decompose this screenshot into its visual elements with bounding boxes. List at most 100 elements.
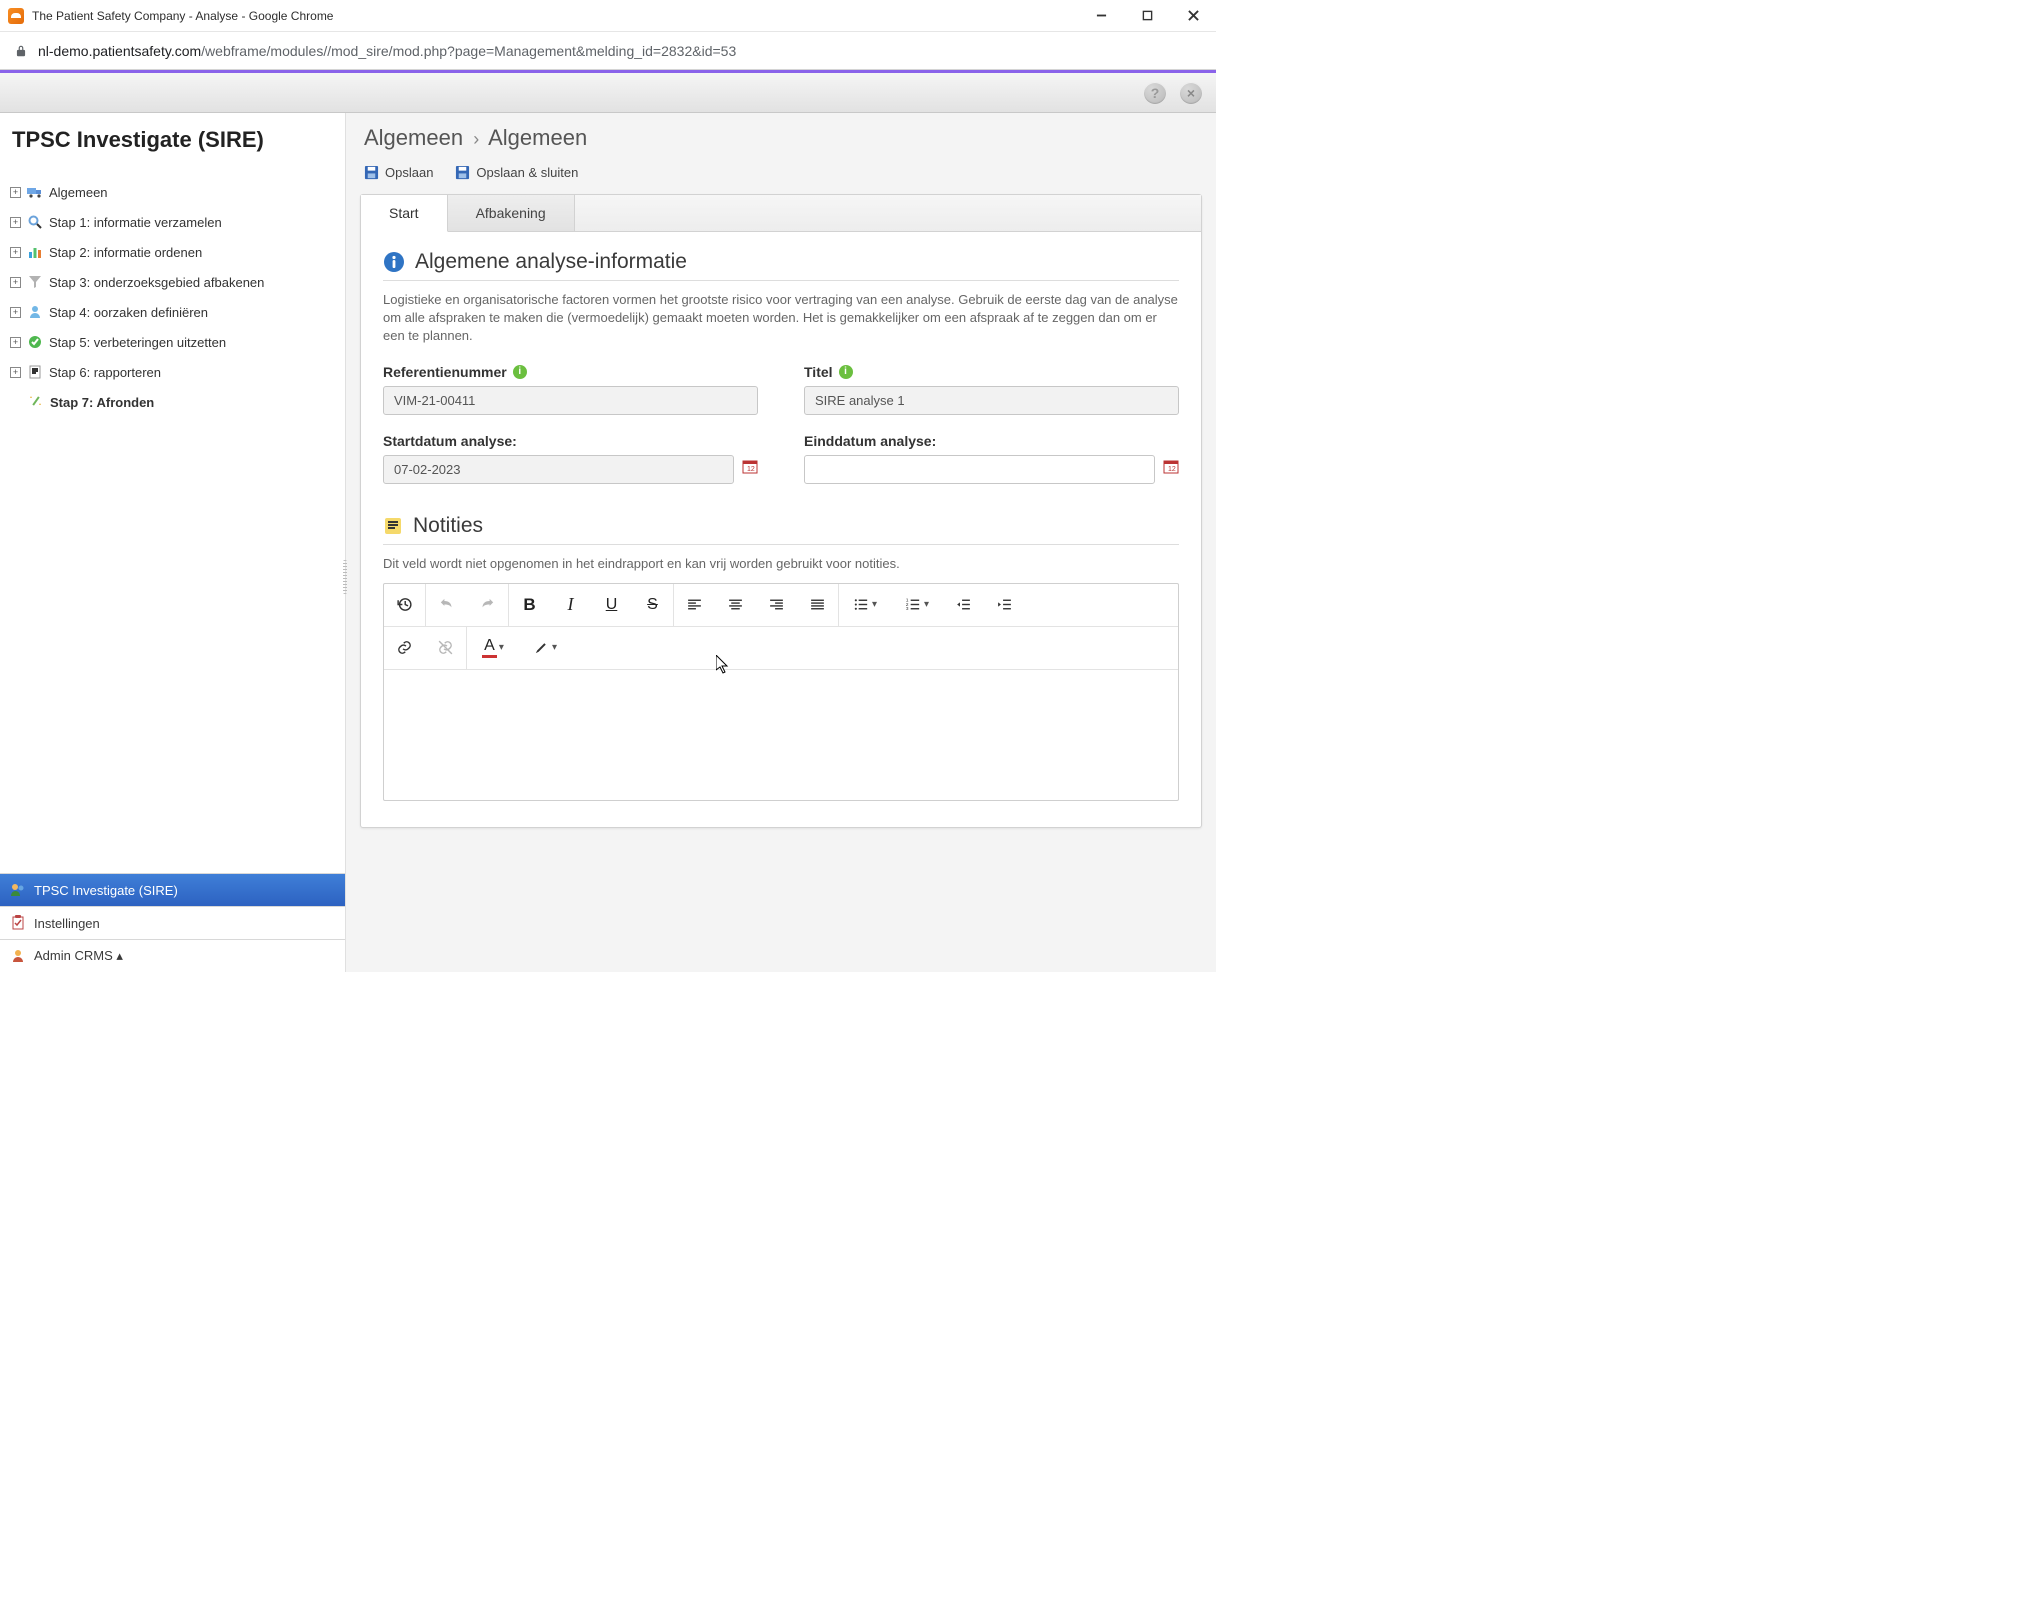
section1-title: Algemene analyse-informatie xyxy=(415,250,687,274)
sidebar-item-label: Stap 4: oorzaken definiëren xyxy=(49,305,208,320)
editor-undo-button[interactable] xyxy=(426,584,467,626)
startdate-label: Startdatum analyse: xyxy=(383,433,758,449)
tooltip-icon[interactable]: i xyxy=(839,365,853,379)
section1-desc: Logistieke en organisatorische factoren … xyxy=(383,291,1179,346)
tab-start[interactable]: Start xyxy=(361,195,448,232)
expand-icon[interactable]: + xyxy=(10,217,21,228)
toolbar: Opslaan Opslaan & sluiten xyxy=(346,155,1216,194)
sidebar-strip-instellingen[interactable]: Instellingen xyxy=(0,906,345,939)
enddate-label: Einddatum analyse: xyxy=(804,433,1179,449)
editor-unlink-button[interactable] xyxy=(425,627,466,669)
help-button[interactable]: ? xyxy=(1144,82,1166,104)
editor-align-right-button[interactable] xyxy=(756,584,797,626)
section2-title: Notities xyxy=(413,514,483,538)
expand-icon[interactable]: + xyxy=(10,247,21,258)
url-text[interactable]: nl-demo.patientsafety.com/webframe/modul… xyxy=(38,43,736,59)
editor-indent-button[interactable] xyxy=(984,584,1025,626)
editor-ul-button[interactable]: ▾ xyxy=(839,584,891,626)
svg-text:3: 3 xyxy=(906,606,909,612)
sidebar-item-label: Stap 7: Afronden xyxy=(50,395,154,410)
divider xyxy=(383,544,1179,545)
save-icon xyxy=(364,165,379,180)
breadcrumb-a: Algemeen xyxy=(364,125,463,150)
window-titlebar: The Patient Safety Company - Analyse - G… xyxy=(0,0,1216,32)
save-label: Opslaan xyxy=(385,165,433,180)
sidebar-item-stap7[interactable]: Stap 7: Afronden xyxy=(4,387,345,417)
title-input[interactable] xyxy=(804,386,1179,415)
sidebar-item-stap6[interactable]: + Stap 6: rapporteren xyxy=(4,357,345,387)
editor-outdent-button[interactable] xyxy=(943,584,984,626)
calendar-icon[interactable]: 12 xyxy=(1163,458,1179,474)
sidebar-item-stap5[interactable]: + Stap 5: verbeteringen uitzetten xyxy=(4,327,345,357)
enddate-input[interactable] xyxy=(804,455,1155,484)
editor-textarea[interactable] xyxy=(384,670,1178,800)
sidebar-item-algemeen[interactable]: + Algemeen xyxy=(4,177,345,207)
editor-ol-button[interactable]: 123▾ xyxy=(891,584,943,626)
expand-icon[interactable]: + xyxy=(10,277,21,288)
sidebar-item-stap4[interactable]: + Stap 4: oorzaken definiëren xyxy=(4,297,345,327)
sidebar-item-label: Stap 3: onderzoeksgebied afbakenen xyxy=(49,275,264,290)
sidebar-strip-investigate[interactable]: TPSC Investigate (SIRE) xyxy=(0,873,345,906)
editor-link-button[interactable] xyxy=(384,627,425,669)
sidebar-item-label: Stap 6: rapporteren xyxy=(49,365,161,380)
main-panel: Algemeen › Algemeen Opslaan Opslaan & sl… xyxy=(346,113,1216,972)
app-header: ? × xyxy=(0,73,1216,113)
editor-highlight-button[interactable]: ▾ xyxy=(519,627,571,669)
browser-addressbar: nl-demo.patientsafety.com/webframe/modul… xyxy=(0,32,1216,70)
section2-desc: Dit veld wordt niet opgenomen in het ein… xyxy=(383,555,1179,573)
form-card: Start Afbakening Algemene analyse-inform… xyxy=(360,194,1202,828)
editor-align-left-button[interactable]: line{stroke:#333;stroke-width:2} xyxy=(674,584,715,626)
magnifier-icon xyxy=(27,214,43,230)
tooltip-icon[interactable]: i xyxy=(513,365,527,379)
window-minimize-button[interactable] xyxy=(1078,0,1124,32)
ref-label: Referentienummer i xyxy=(383,364,758,380)
wand-icon xyxy=(28,394,44,410)
window-close-button[interactable] xyxy=(1170,0,1216,32)
info-icon xyxy=(383,251,405,273)
breadcrumb: Algemeen › Algemeen xyxy=(364,125,1198,151)
expand-icon[interactable]: + xyxy=(10,367,21,378)
funnel-icon xyxy=(27,274,43,290)
save-button[interactable]: Opslaan xyxy=(364,165,433,180)
editor-underline-button[interactable]: U xyxy=(591,584,632,626)
save-close-label: Opslaan & sluiten xyxy=(476,165,578,180)
truck-icon xyxy=(27,184,43,200)
editor-italic-button[interactable]: I xyxy=(550,584,591,626)
sidebar-item-label: Stap 2: informatie ordenen xyxy=(49,245,202,260)
expand-icon[interactable]: + xyxy=(10,187,21,198)
breadcrumb-separator-icon: › xyxy=(469,129,483,149)
divider xyxy=(383,280,1179,281)
editor-text-color-button[interactable]: A▾ xyxy=(467,627,519,669)
editor-align-center-button[interactable] xyxy=(715,584,756,626)
sidebar: TPSC Investigate (SIRE) + Algemeen + Sta… xyxy=(0,113,346,972)
expand-icon[interactable]: + xyxy=(10,307,21,318)
tab-afbakening[interactable]: Afbakening xyxy=(448,195,575,231)
admin-user-icon xyxy=(10,948,26,964)
startdate-input[interactable] xyxy=(383,455,734,484)
editor-align-justify-button[interactable] xyxy=(797,584,838,626)
calendar-icon[interactable]: 12 xyxy=(742,458,758,474)
sidebar-item-stap1[interactable]: + Stap 1: informatie verzamelen xyxy=(4,207,345,237)
sidebar-resize-handle[interactable] xyxy=(343,560,347,594)
title-label: Titel i xyxy=(804,364,1179,380)
sidebar-item-stap3[interactable]: + Stap 3: onderzoeksgebied afbakenen xyxy=(4,267,345,297)
sidebar-item-label: Stap 5: verbeteringen uitzetten xyxy=(49,335,226,350)
expand-icon[interactable]: + xyxy=(10,337,21,348)
editor-redo-button[interactable] xyxy=(467,584,508,626)
report-icon xyxy=(27,364,43,380)
editor-bold-button[interactable]: B xyxy=(509,584,550,626)
sidebar-strip-admin[interactable]: Admin CRMS ▴ xyxy=(0,939,345,972)
editor-strike-button[interactable]: S xyxy=(632,584,673,626)
lock-icon xyxy=(14,44,28,58)
ref-input[interactable] xyxy=(383,386,758,415)
window-title: The Patient Safety Company - Analyse - G… xyxy=(32,9,333,23)
editor-history-button[interactable] xyxy=(384,584,425,626)
tabs: Start Afbakening xyxy=(361,195,1201,232)
save-close-button[interactable]: Opslaan & sluiten xyxy=(455,165,578,180)
clipboard-icon xyxy=(10,915,26,931)
sidebar-bottom: TPSC Investigate (SIRE) Instellingen Adm… xyxy=(0,873,345,972)
sidebar-item-stap2[interactable]: + Stap 2: informatie ordenen xyxy=(4,237,345,267)
window-maximize-button[interactable] xyxy=(1124,0,1170,32)
close-button[interactable]: × xyxy=(1180,82,1202,104)
sidebar-item-label: Stap 1: informatie verzamelen xyxy=(49,215,222,230)
